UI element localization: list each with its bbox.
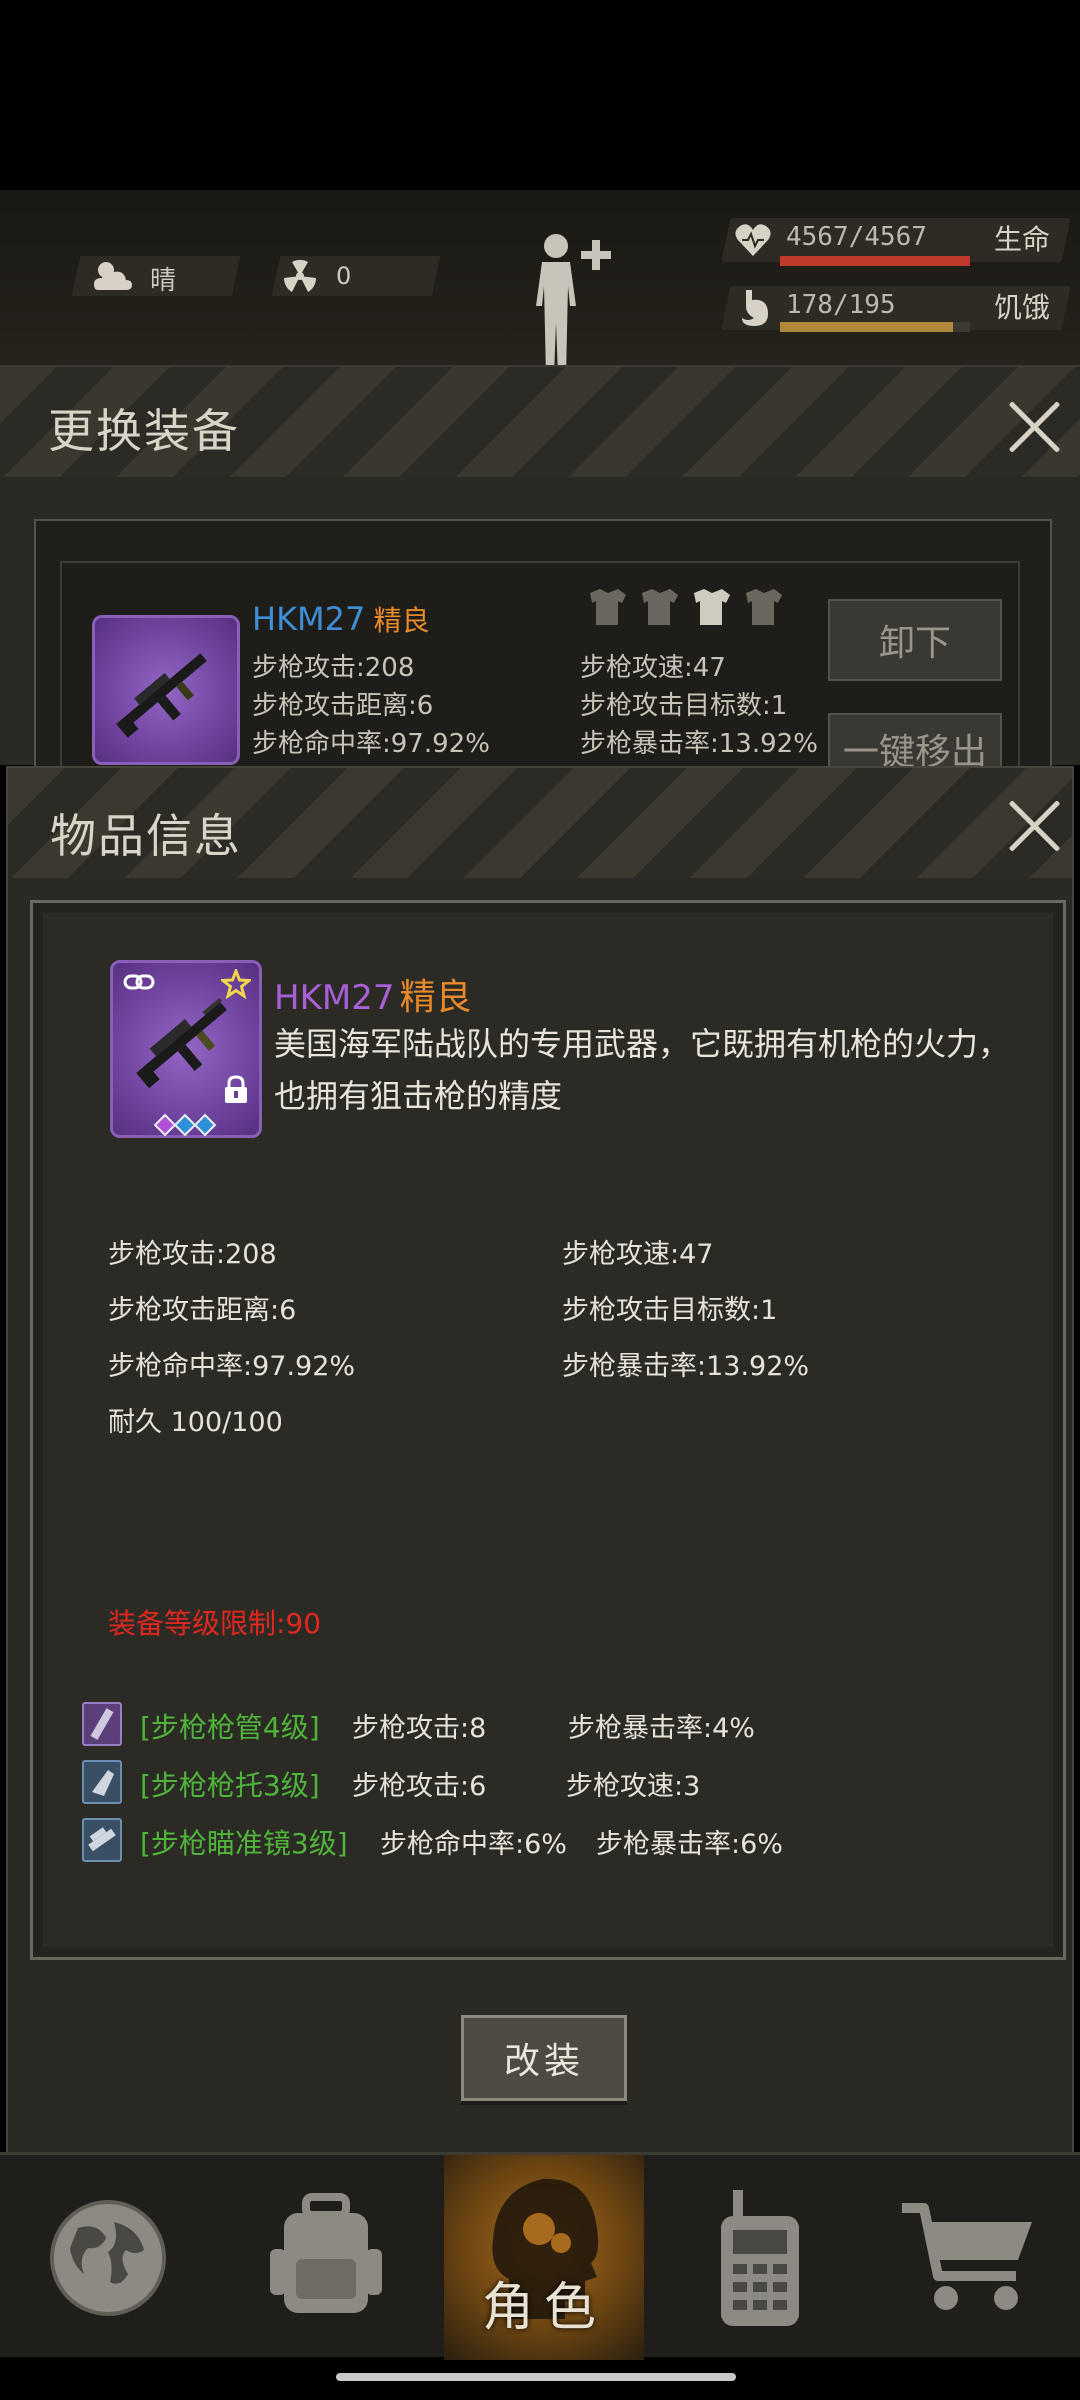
item-description: 美国海军陆战队的专用武器，它既拥有机枪的火力，也拥有狙击枪的精度 — [274, 1025, 1011, 1115]
nav-item-character[interactable]: 角色 — [444, 2155, 644, 2360]
bottom-nav: 角色 — [0, 2152, 1080, 2360]
equipped-item-icon[interactable] — [92, 615, 240, 765]
nav-label-character: 角色 — [481, 2278, 606, 2338]
mod-attr-2a: 步枪攻击:6 — [352, 1771, 487, 1802]
star-icon — [221, 969, 251, 999]
modify-button[interactable]: 改装 — [461, 2015, 627, 2101]
change-equipment-panel: 更换装备 HKM27 精良 步枪攻击:208 步枪攻速:47 步枪攻击距离:6 … — [0, 365, 1080, 781]
equip-stat-4: 步枪攻击目标数:1 — [580, 691, 788, 721]
stat-targets: 步枪攻击目标数:1 — [562, 1295, 778, 1326]
level-requirement: 装备等级限制:90 — [108, 1607, 322, 1640]
health-value: 4567/4567 — [786, 222, 927, 252]
heart-icon — [735, 224, 771, 256]
equipped-item-model: HKM27 — [252, 600, 366, 638]
scope-icon — [82, 1818, 122, 1862]
mod-attr-3a: 步枪命中率:6% — [380, 1829, 567, 1860]
stat-durability: 耐久 100/100 — [108, 1407, 283, 1438]
equip-stat-3: 步枪攻击距离:6 — [252, 691, 434, 721]
radiation-value: 0 — [336, 262, 352, 290]
mod-name-2: [步枪枪托3级] — [140, 1769, 320, 1802]
radio-icon — [721, 2189, 799, 2326]
hunger-label: 饥饿 — [994, 291, 1051, 324]
move-out-button[interactable]: 一键移出 — [828, 713, 1002, 773]
item-name-line: HKM27 精良 — [274, 968, 472, 1020]
mod-name-3: [步枪瞄准镜3级] — [140, 1827, 348, 1860]
health-label: 生命 — [994, 223, 1051, 256]
cart-icon — [902, 2202, 1032, 2310]
equip-stat-1: 步枪攻击:208 — [252, 653, 415, 683]
gem-sockets — [153, 1113, 217, 1137]
info-close-button[interactable] — [1004, 796, 1064, 856]
equipped-item-quality: 精良 — [373, 604, 430, 637]
health-bar-fill — [780, 256, 970, 266]
nav-item-radio[interactable] — [660, 2155, 860, 2360]
gem-blue — [193, 1113, 217, 1137]
equip-stat-6: 步枪暴击率:13.92% — [580, 729, 818, 759]
nav-item-shop[interactable] — [868, 2155, 1068, 2360]
rifle-icon — [116, 653, 207, 738]
stat-attack: 步枪攻击:208 — [108, 1239, 277, 1270]
hunger-bar-fill — [780, 322, 953, 332]
hunger-bar — [780, 322, 970, 332]
item-model: HKM27 — [274, 978, 395, 1018]
weather-label: 晴 — [150, 266, 177, 296]
mod-attr-1a: 步枪攻击:8 — [352, 1713, 487, 1744]
health-bar — [780, 256, 970, 266]
item-info-panel: 物品信息 HKM27 精良 美国海军陆战队的专用武器，它既拥有机枪的火力，也拥有… — [6, 766, 1074, 2161]
item-icon — [110, 960, 262, 1138]
stat-crit: 步枪暴击率:13.92% — [562, 1351, 810, 1382]
equip-panel-title: 更换装备 — [48, 404, 240, 458]
backpack-icon — [270, 2192, 382, 2313]
game-screen: 晴 0 4567/4567 生命 178/195 饥饿 更换装备 HKM27 精… — [0, 0, 1080, 2400]
hunger-value: 178/195 — [786, 290, 896, 320]
equipped-item-name: HKM27 精良 — [252, 599, 430, 639]
stomach-icon — [742, 290, 768, 326]
stock-icon — [82, 1760, 122, 1804]
barrel-icon — [82, 1702, 122, 1746]
globe-icon — [50, 2199, 166, 2316]
outfit-slots-icon — [590, 589, 782, 625]
character-body-icon[interactable] — [524, 226, 624, 376]
lock-icon — [225, 1075, 247, 1103]
item-quality: 精良 — [399, 977, 472, 1018]
status-bar: 晴 0 4567/4567 生命 178/195 饥饿 — [0, 190, 1080, 376]
nav-item-world[interactable] — [8, 2155, 208, 2360]
home-indicator[interactable] — [336, 2373, 736, 2381]
mod-attr-2b: 步枪攻速:3 — [566, 1771, 701, 1802]
equip-close-button[interactable] — [1004, 397, 1064, 457]
info-panel-title: 物品信息 — [50, 809, 242, 863]
mod-name-1: [步枪枪管4级] — [140, 1711, 320, 1744]
equip-stat-5: 步枪命中率:97.92% — [252, 729, 490, 759]
stat-range: 步枪攻击距离:6 — [108, 1295, 297, 1326]
radiation-icon — [283, 259, 317, 292]
mod-attr-3b: 步枪暴击率:6% — [596, 1829, 783, 1860]
mod-attr-1b: 步枪暴击率:4% — [568, 1713, 755, 1744]
link-icon — [123, 974, 155, 990]
nav-item-backpack[interactable] — [226, 2155, 426, 2360]
stat-accuracy: 步枪命中率:97.92% — [108, 1351, 356, 1382]
unequip-button[interactable]: 卸下 — [828, 599, 1002, 681]
cloud-sun-icon — [94, 262, 132, 290]
equip-stat-2: 步枪攻速:47 — [580, 653, 726, 683]
stat-speed: 步枪攻速:47 — [562, 1239, 714, 1270]
